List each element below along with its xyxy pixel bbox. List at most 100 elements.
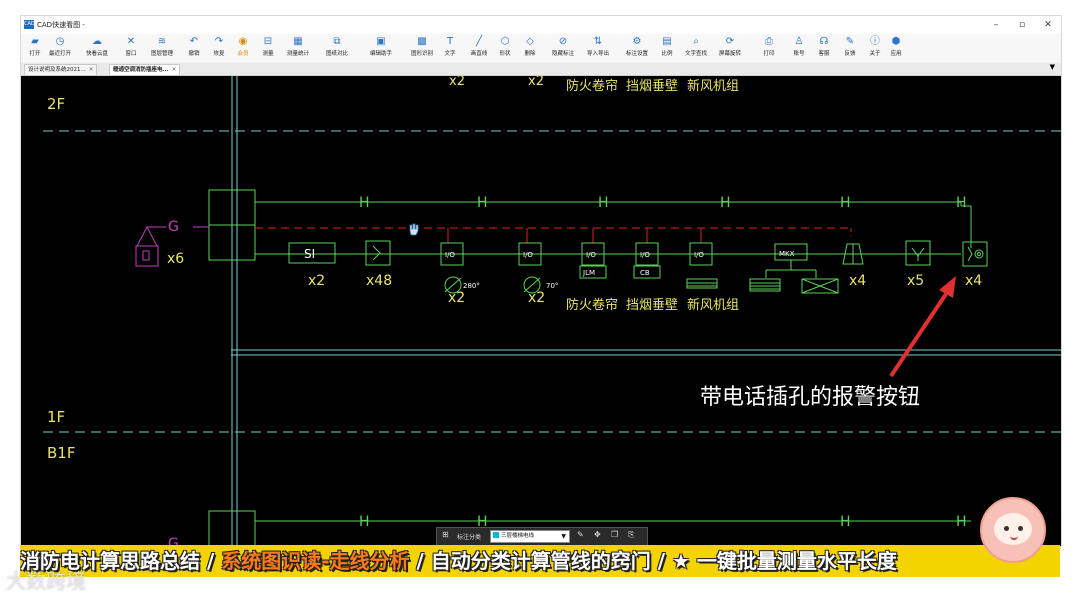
- speaker-symbol: [135, 225, 159, 267]
- signal-bus: [147, 226, 961, 255]
- svg-text:x2: x2: [308, 273, 325, 289]
- red-dashed-bus: [255, 227, 852, 243]
- toolbar-label: 测量统计: [286, 51, 309, 57]
- svg-text:防火卷帘: 防火卷帘: [566, 78, 618, 94]
- toolbar-button-measure-stats[interactable]: ▦ 测量统计: [281, 36, 315, 62]
- toolbar-button-shape-recognize[interactable]: ▩ 图形识别: [405, 36, 439, 62]
- toolbar-button-apps[interactable]: ⬢ 应用: [883, 36, 909, 62]
- toolbar-button-annotation-settings[interactable]: ⚙ 标注设置: [620, 36, 654, 62]
- h-marker: H: [477, 195, 488, 211]
- toolbar-label: 文字: [444, 51, 456, 57]
- toolbar-button-layers[interactable]: ≋ 图层管理: [145, 36, 179, 62]
- speaker-count: x6: [167, 251, 184, 267]
- toolbar-button-line[interactable]: ╱ 画直线: [462, 36, 496, 62]
- shape-recognize-icon: ▩: [417, 36, 427, 47]
- toolbar-button-cloud[interactable]: ☁ 快看云盘: [80, 36, 114, 62]
- svg-text:70°: 70°: [546, 282, 558, 290]
- edit-icon[interactable]: ✎: [577, 530, 584, 539]
- toolbar-label: 窗口: [125, 51, 137, 57]
- toolbar-button-window[interactable]: ✕ 窗口: [118, 36, 144, 62]
- device-box-labels: SI: [304, 247, 315, 261]
- h-marker: H: [956, 514, 967, 530]
- toolbar-label: 测量: [262, 51, 274, 57]
- svg-text:MKX: MKX: [779, 250, 795, 258]
- annotation-category-label: 标注分类: [457, 534, 482, 541]
- toolbar-button-scale[interactable]: ▤ 比例: [654, 36, 680, 62]
- h-marker: H: [598, 195, 609, 211]
- h-marker: H: [840, 195, 851, 211]
- minimize-button[interactable]: –: [987, 18, 1005, 32]
- info-icon: ⓘ: [870, 36, 880, 47]
- shape-icon: ⬡: [500, 36, 510, 47]
- toolbar-button-rotate[interactable]: ⟳ 屏幕旋转: [713, 36, 747, 62]
- toolbar-button-shape[interactable]: ⬡ 形状: [492, 36, 518, 62]
- copy-icon[interactable]: ❐: [611, 530, 618, 539]
- toolbar-button-clock[interactable]: ◷ 最近打开: [43, 36, 77, 62]
- tabs-overflow-icon[interactable]: ▼: [1050, 63, 1055, 71]
- svg-text:x2: x2: [449, 76, 465, 89]
- vip-icon: ◉: [238, 36, 248, 47]
- toolbar-label: 屏幕旋转: [718, 51, 741, 57]
- toolbar-button-feedback[interactable]: ✎ 反馈: [837, 36, 863, 62]
- document-tabs: 设计说明及系统2021... ✕ 暖通空调消防插座电... ✕ ▼: [21, 63, 1061, 76]
- toolbar-button-edit-assistant[interactable]: ▣ 编辑助手: [364, 36, 398, 62]
- toolbar-label: 应用: [890, 51, 902, 57]
- toolbar-button-redo[interactable]: ↷ 恢复: [206, 36, 232, 62]
- toolbar-label: 会员: [237, 51, 249, 57]
- toolbar-button-eraser[interactable]: ◇ 删除: [517, 36, 543, 62]
- toolbar-label: 图形识别: [410, 51, 433, 57]
- watermark-text: 大数跨境: [6, 569, 86, 593]
- main-toolbar: ▰ 打开 ◷ 最近打开 ☁ 快看云盘 ✕ 窗口 ≋ 图层管理 ↶ 撤销 ↷ 恢复 ◉ 会员 ⊟ 测量 ▦ 测量统计 ⧉ 图…: [21, 34, 1061, 62]
- toolbar-button-undo[interactable]: ↶ 撤销: [181, 36, 207, 62]
- svg-text:I/O: I/O: [586, 251, 596, 259]
- toolbar-button-text[interactable]: T 文字: [437, 36, 463, 62]
- floating-annotation-bar: ⊞ 标注分类 三层楼梯电线 ▼ ✎ ✥ ❐ ⎘: [436, 527, 648, 546]
- streamer-avatar: [980, 497, 1046, 563]
- toolbar-label: 最近打开: [48, 51, 71, 57]
- toolbar-button-import-export[interactable]: ⇅ 导入导出: [581, 36, 615, 62]
- h-marker: H: [840, 514, 851, 530]
- toolbar-button-text-search[interactable]: ⌕ 文字查找: [679, 36, 713, 62]
- equipment-labels: 防火卷帘 挡烟垂壁 新风机组: [566, 297, 739, 313]
- svg-text:新风机组: 新风机组: [687, 78, 739, 94]
- toolbar-button-measure[interactable]: ⊟ 测量: [255, 36, 281, 62]
- grid-icon[interactable]: ⊞: [442, 530, 449, 539]
- svg-text:x4: x4: [849, 273, 866, 289]
- toolbar-button-support[interactable]: ☊ 客服: [811, 36, 837, 62]
- toolbar-button-print[interactable]: ⎙ 打印: [756, 36, 782, 62]
- apps-icon: ⬢: [891, 36, 901, 47]
- tab-hvac-fire[interactable]: 暖通空调消防插座电... ✕: [109, 64, 181, 76]
- maximize-button[interactable]: ▫: [1013, 18, 1031, 32]
- compare-icon: ⧉: [333, 36, 341, 47]
- line-icon: ╱: [475, 36, 483, 47]
- cad-drawing-canvas[interactable]: 2F 1F B1F x2 x2 防火卷帘 挡烟垂壁 新风机组 G H H H H…: [21, 76, 1061, 546]
- toolbar-button-compare[interactable]: ⧉ 图纸对比: [320, 36, 354, 62]
- undo-icon: ↶: [189, 36, 199, 47]
- toolbar-button-hide-annotation[interactable]: ⊘ 隐藏标注: [546, 36, 580, 62]
- hide-annotation-icon: ⊘: [558, 36, 568, 47]
- eraser-icon: ◇: [526, 36, 534, 47]
- toolbar-label: 删除: [524, 51, 536, 57]
- feedback-icon: ✎: [845, 36, 855, 47]
- text-icon: T: [446, 36, 454, 47]
- category-color-swatch: [493, 532, 499, 538]
- annotation-category-select[interactable]: 三层楼梯电线 ▼: [490, 530, 570, 543]
- paste-icon[interactable]: ⎘: [628, 530, 634, 540]
- close-button[interactable]: ✕: [1039, 18, 1057, 32]
- cloud-icon: ☁: [92, 36, 102, 47]
- move-icon[interactable]: ✥: [594, 530, 601, 539]
- toolbar-label: 账号: [793, 51, 805, 57]
- floor-label-2f: 2F: [47, 95, 65, 113]
- floor-label-b1f: B1F: [47, 444, 75, 462]
- toolbar-label: 画直线: [470, 51, 488, 57]
- import-export-icon: ⇅: [593, 36, 603, 47]
- toolbar-button-account[interactable]: ♙ 账号: [786, 36, 812, 62]
- toolbar-button-vip[interactable]: ◉ 会员: [230, 36, 256, 62]
- window-title: CAD快速看图 -: [37, 21, 85, 29]
- cad-drawing: 2F 1F B1F x2 x2 防火卷帘 挡烟垂壁 新风机组 G H H H H…: [43, 76, 1061, 546]
- tab-design-notes[interactable]: 设计说明及系统2021... ✕: [24, 64, 98, 76]
- folder-icon: ▰: [31, 36, 39, 47]
- toolbar-label: 导入导出: [586, 51, 609, 57]
- layers-icon: ≋: [157, 36, 167, 47]
- device-symbols: [288, 240, 988, 294]
